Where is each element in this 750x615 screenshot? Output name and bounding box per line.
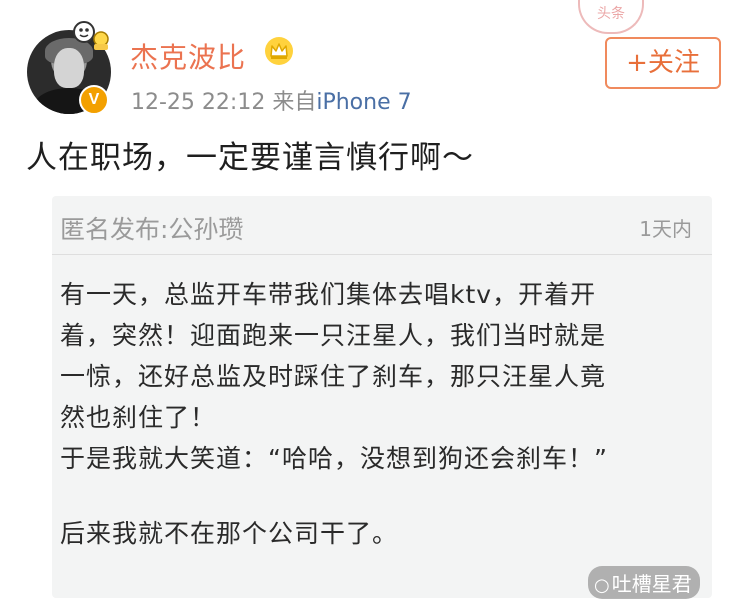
decoration-icon <box>73 21 109 50</box>
crown-icon <box>265 37 293 65</box>
quoted-card[interactable]: 匿名发布:公孙瓒 1天内 有一天，总监开车带我们集体去唱ktv，开着开 着，突然… <box>52 196 712 598</box>
anonymous-author: 匿名发布:公孙瓒 <box>60 215 244 244</box>
post-header: 头条 V 杰克波比 12-25 22:12 来自iPhone 7 +关注 <box>0 0 750 120</box>
card-body: 有一天，总监开车带我们集体去唱ktv，开着开 着，突然！迎面跑来一只汪星人，我们… <box>60 274 710 554</box>
watermark-text: 吐槽星君 <box>611 572 692 596</box>
card-spacer <box>60 479 710 513</box>
username[interactable]: 杰克波比 <box>130 36 246 76</box>
timestamp: 12-25 22:12 <box>131 90 266 115</box>
card-line: 着，突然！迎面跑来一只汪星人，我们当时就是 <box>60 321 607 350</box>
post-text: 人在职场，一定要谨言慎行啊～ <box>26 140 474 176</box>
avatar-face <box>54 48 84 88</box>
card-header: 匿名发布:公孙瓒 1天内 <box>52 196 712 255</box>
card-time: 1天内 <box>639 217 692 241</box>
follow-button[interactable]: +关注 <box>605 37 721 89</box>
watermark: ○ 吐槽星君 <box>588 566 700 599</box>
card-line: 一惊，还好总监及时踩住了刹车，那只汪星人竟 <box>60 362 607 391</box>
card-line: 后来我就不在那个公司干了。 <box>60 519 399 548</box>
stamp-watermark: 头条 <box>578 0 644 34</box>
source-prefix: 来自 <box>272 90 317 115</box>
wechat-icon: ○ <box>594 575 610 596</box>
post-meta: 12-25 22:12 来自iPhone 7 <box>131 84 412 116</box>
card-line: 然也刹住了！ <box>60 403 217 432</box>
card-line: 于是我就大笑道：“哈哈，没想到狗还会刹车！” <box>60 444 608 473</box>
verified-badge-icon: V <box>79 85 109 115</box>
card-line: 有一天，总监开车带我们集体去唱ktv，开着开 <box>60 280 597 309</box>
source-device[interactable]: iPhone 7 <box>316 90 411 115</box>
